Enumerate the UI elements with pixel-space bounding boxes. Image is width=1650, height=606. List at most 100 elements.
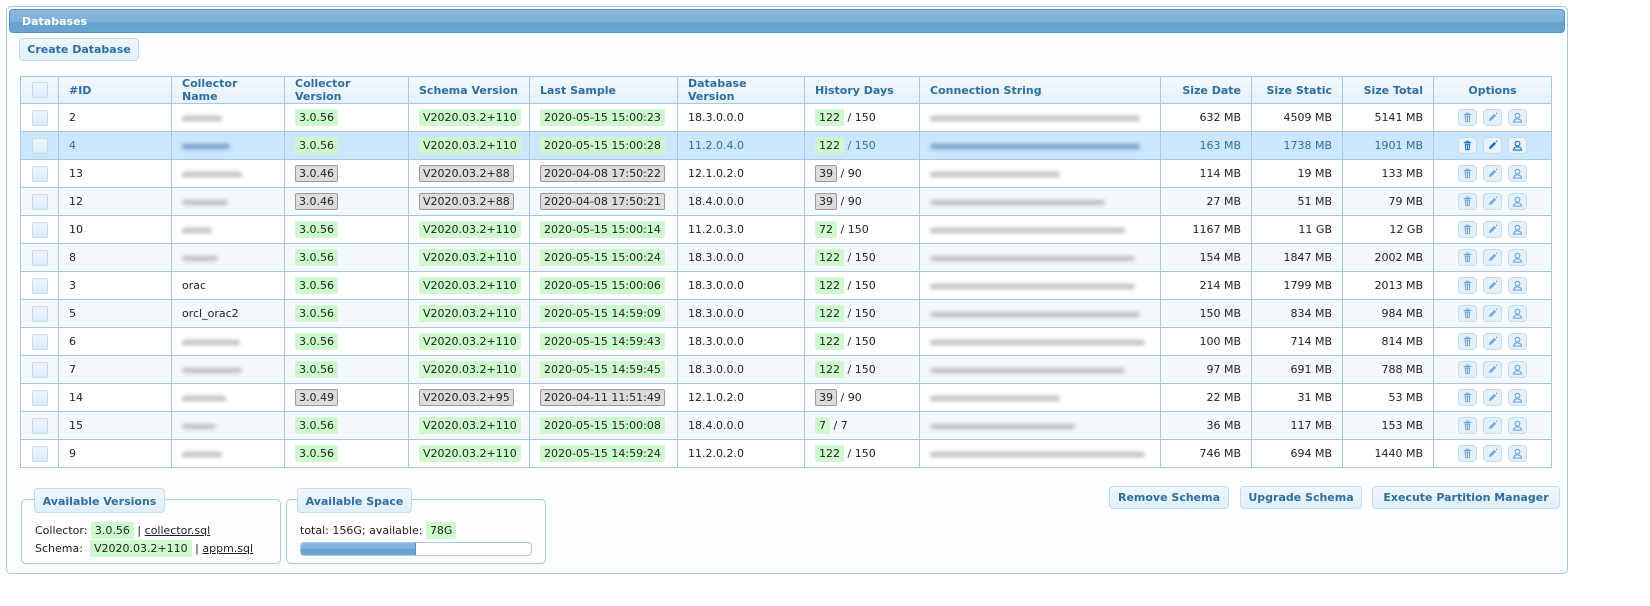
schema-version-line: Schema: V2020.03.2+110 | appm.sql bbox=[35, 540, 253, 557]
column-header-size-total[interactable]: Size Total bbox=[1342, 76, 1434, 104]
user-button[interactable] bbox=[1508, 389, 1527, 406]
edit-button[interactable] bbox=[1483, 417, 1502, 434]
edit-button[interactable] bbox=[1483, 361, 1502, 378]
edit-button[interactable] bbox=[1483, 389, 1502, 406]
redacted-connection-string bbox=[930, 367, 1125, 373]
user-button[interactable] bbox=[1508, 417, 1527, 434]
user-button[interactable] bbox=[1508, 249, 1527, 266]
history-days-badge: 122 bbox=[815, 137, 844, 154]
delete-button[interactable] bbox=[1458, 305, 1477, 322]
row-select-cell bbox=[20, 383, 59, 412]
schema-version-cell: V2020.03.2+95 bbox=[408, 383, 530, 412]
delete-button[interactable] bbox=[1458, 137, 1477, 154]
table-row[interactable]: 5 orcl_orac2 3.0.56 V2020.03.2+110 2020-05-1… bbox=[20, 299, 1552, 328]
table-row[interactable]: 3 orac 3.0.56 V2020.03.2+110 2020-05-15 15:0… bbox=[20, 271, 1552, 300]
schema-version-cell: V2020.03.2+110 bbox=[408, 243, 530, 272]
last-sample-badge: 2020-04-08 17:50:22 bbox=[540, 165, 665, 182]
row-checkbox[interactable] bbox=[31, 361, 48, 378]
last-sample-cell: 2020-05-15 15:00:06 bbox=[529, 271, 678, 300]
column-header-id[interactable]: #ID bbox=[58, 76, 172, 104]
trash-icon bbox=[1462, 196, 1473, 210]
edit-button[interactable] bbox=[1483, 109, 1502, 126]
delete-button[interactable] bbox=[1458, 445, 1477, 462]
size-total-cell: 2002 MB bbox=[1342, 243, 1434, 272]
edit-button[interactable] bbox=[1483, 137, 1502, 154]
table-row[interactable]: 14 3.0.49 V2020.03.2+95 2020-04-11 11:51:49… bbox=[20, 383, 1552, 412]
table-row[interactable]: 12 3.0.46 V2020.03.2+88 2020-04-08 17:50:21… bbox=[20, 187, 1552, 216]
user-button[interactable] bbox=[1508, 109, 1527, 126]
delete-button[interactable] bbox=[1458, 277, 1477, 294]
row-checkbox[interactable] bbox=[31, 109, 48, 126]
row-checkbox[interactable] bbox=[31, 305, 48, 322]
table-row[interactable]: 10 3.0.56 V2020.03.2+110 2020-05-15 15:00:1… bbox=[20, 215, 1552, 244]
delete-button[interactable] bbox=[1458, 389, 1477, 406]
column-header-last-sample[interactable]: Last Sample bbox=[529, 76, 678, 104]
size-total-cell: 984 MB bbox=[1342, 299, 1434, 328]
edit-button[interactable] bbox=[1483, 165, 1502, 182]
delete-button[interactable] bbox=[1458, 109, 1477, 126]
user-button[interactable] bbox=[1508, 333, 1527, 350]
collector-sql-link[interactable]: collector.sql bbox=[145, 524, 211, 537]
edit-button[interactable] bbox=[1483, 249, 1502, 266]
execute-partition-manager-button[interactable]: Execute Partition Manager bbox=[1372, 486, 1560, 509]
size-date-cell: 1167 MB bbox=[1160, 215, 1252, 244]
table-row[interactable]: 13 3.0.46 V2020.03.2+88 2020-04-08 17:50:22… bbox=[20, 159, 1552, 188]
delete-button[interactable] bbox=[1458, 193, 1477, 210]
upgrade-schema-button[interactable]: Upgrade Schema bbox=[1240, 486, 1362, 509]
row-checkbox[interactable] bbox=[31, 165, 48, 182]
delete-button[interactable] bbox=[1458, 417, 1477, 434]
user-button[interactable] bbox=[1508, 137, 1527, 154]
create-database-button[interactable]: Create Database bbox=[19, 38, 139, 61]
delete-button[interactable] bbox=[1458, 165, 1477, 182]
appm-sql-link[interactable]: appm.sql bbox=[202, 542, 253, 555]
row-checkbox[interactable] bbox=[31, 221, 48, 238]
user-button[interactable] bbox=[1508, 445, 1527, 462]
schema-version-badge: V2020.03.2+110 bbox=[89, 540, 192, 557]
edit-button[interactable] bbox=[1483, 333, 1502, 350]
edit-button[interactable] bbox=[1483, 221, 1502, 238]
column-header-schema-version[interactable]: Schema Version bbox=[408, 76, 530, 104]
row-checkbox[interactable] bbox=[31, 137, 48, 154]
row-checkbox[interactable] bbox=[31, 389, 48, 406]
delete-button[interactable] bbox=[1458, 333, 1477, 350]
row-checkbox[interactable] bbox=[31, 277, 48, 294]
column-header-size-static[interactable]: Size Static bbox=[1251, 76, 1343, 104]
separator: | bbox=[195, 542, 199, 555]
database-version-cell: 18.3.0.0.0 bbox=[677, 299, 805, 328]
column-header-database-version[interactable]: Database Version bbox=[677, 76, 805, 104]
table-row[interactable]: 2 3.0.56 V2020.03.2+110 2020-05-15 15:00:23… bbox=[20, 103, 1552, 132]
user-button[interactable] bbox=[1508, 277, 1527, 294]
column-header-collector-name[interactable]: Collector Name bbox=[171, 76, 285, 104]
last-sample-badge: 2020-05-15 14:59:45 bbox=[540, 361, 665, 378]
size-date-cell: 27 MB bbox=[1160, 187, 1252, 216]
column-header-size-date[interactable]: Size Date bbox=[1160, 76, 1252, 104]
delete-button[interactable] bbox=[1458, 361, 1477, 378]
column-header-connection-string[interactable]: Connection String bbox=[919, 76, 1161, 104]
table-row[interactable]: 6 3.0.56 V2020.03.2+110 2020-05-15 14:59:43… bbox=[20, 327, 1552, 356]
table-row[interactable]: 9 3.0.56 V2020.03.2+110 2020-05-15 14:59:24… bbox=[20, 439, 1552, 468]
user-button[interactable] bbox=[1508, 305, 1527, 322]
user-button[interactable] bbox=[1508, 361, 1527, 378]
edit-button[interactable] bbox=[1483, 277, 1502, 294]
row-checkbox[interactable] bbox=[31, 445, 48, 462]
row-checkbox[interactable] bbox=[31, 417, 48, 434]
delete-button[interactable] bbox=[1458, 249, 1477, 266]
row-checkbox[interactable] bbox=[31, 249, 48, 266]
user-button[interactable] bbox=[1508, 165, 1527, 182]
edit-button[interactable] bbox=[1483, 193, 1502, 210]
table-row[interactable]: 15 3.0.56 V2020.03.2+110 2020-05-15 15:00:0… bbox=[20, 411, 1552, 440]
row-checkbox[interactable] bbox=[31, 193, 48, 210]
edit-button[interactable] bbox=[1483, 305, 1502, 322]
table-row[interactable]: 8 3.0.56 V2020.03.2+110 2020-05-15 15:00:24… bbox=[20, 243, 1552, 272]
table-row[interactable]: 7 3.0.56 V2020.03.2+110 2020-05-15 14:59:45… bbox=[20, 355, 1552, 384]
delete-button[interactable] bbox=[1458, 221, 1477, 238]
remove-schema-button[interactable]: Remove Schema bbox=[1109, 486, 1229, 509]
user-button[interactable] bbox=[1508, 221, 1527, 238]
table-row[interactable]: 4 3.0.56 V2020.03.2+110 2020-05-15 15:00:28… bbox=[20, 131, 1552, 160]
user-button[interactable] bbox=[1508, 193, 1527, 210]
select-all-checkbox[interactable] bbox=[31, 82, 48, 98]
column-header-history-days[interactable]: History Days bbox=[804, 76, 920, 104]
column-header-collector-version[interactable]: Collector Version bbox=[284, 76, 409, 104]
edit-button[interactable] bbox=[1483, 445, 1502, 462]
row-checkbox[interactable] bbox=[31, 333, 48, 350]
